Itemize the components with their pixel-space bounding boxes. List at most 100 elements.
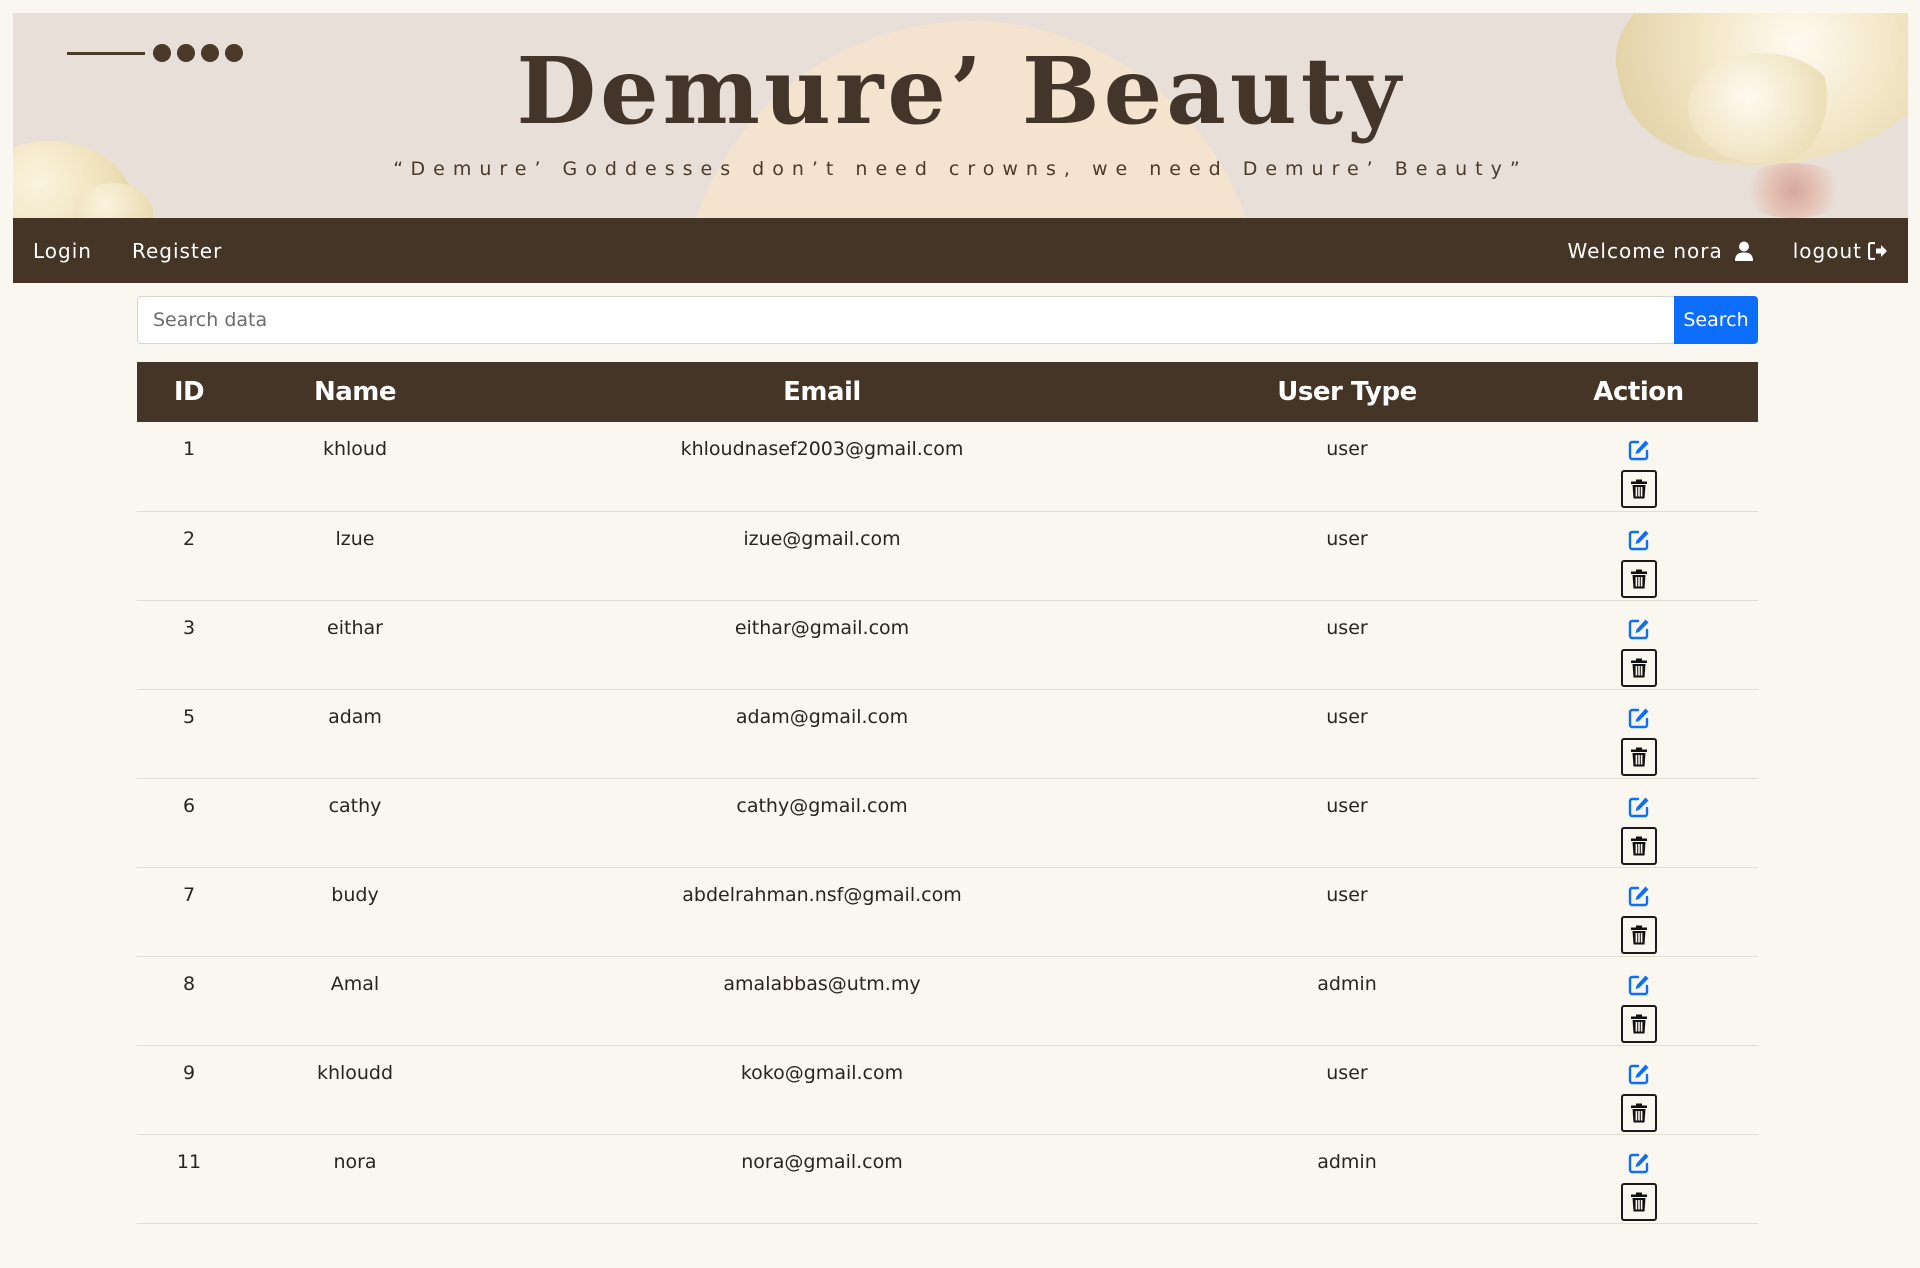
delete-button[interactable] [1620, 559, 1657, 598]
cell-id: 2 [182, 527, 196, 550]
row-actions [1519, 706, 1758, 776]
trash-icon [1630, 1192, 1648, 1212]
cell-action [1519, 1134, 1758, 1223]
logout-link[interactable]: logout [1793, 239, 1888, 263]
cell-email: abdelrahman.nsf@gmail.com [682, 883, 962, 906]
row-actions [1519, 795, 1758, 865]
cell-id: 11 [176, 1150, 202, 1173]
welcome-user-link[interactable]: Welcome nora [1568, 239, 1753, 263]
cell-name: cathy [328, 794, 382, 817]
cell-name: Amal [330, 972, 380, 995]
cell-name: budy [331, 883, 379, 906]
column-header-name: Name [313, 377, 397, 407]
table-row: 6 cathy cathy@gmail.com user [137, 778, 1758, 867]
users-table-container: ID Name Email User Type Action 1 khloud kh… [137, 362, 1758, 1224]
cell-action [1519, 956, 1758, 1045]
cell-id: 5 [182, 705, 196, 728]
row-actions [1519, 1062, 1758, 1132]
table-body: 1 khloud khloudnasef2003@gmail.com user 2 lzu… [137, 422, 1758, 1223]
register-link[interactable]: Register [132, 239, 222, 263]
cell-user-type: user [1326, 438, 1368, 460]
cell-user-type: user [1326, 1061, 1368, 1084]
edit-icon[interactable] [1628, 795, 1650, 819]
cell-email: cathy@gmail.com [736, 794, 908, 817]
edit-icon[interactable] [1628, 617, 1650, 641]
row-actions [1519, 617, 1758, 687]
row-actions [1519, 973, 1758, 1043]
edit-icon[interactable] [1628, 528, 1650, 552]
cell-id: 8 [182, 972, 196, 995]
cell-action [1519, 511, 1758, 600]
cell-email: koko@gmail.com [740, 1061, 904, 1084]
column-header-user-type: User Type [1277, 377, 1417, 407]
row-actions [1519, 1151, 1758, 1221]
delete-button[interactable] [1620, 1004, 1657, 1043]
table-row: 11 nora nora@gmail.com admin [137, 1134, 1758, 1223]
search-input[interactable] [137, 296, 1674, 344]
cell-name: adam [328, 705, 382, 728]
search-bar: Search [137, 296, 1758, 344]
cell-id: 6 [182, 794, 196, 817]
row-actions [1519, 884, 1758, 954]
trash-icon [1630, 479, 1648, 499]
cell-action [1519, 422, 1758, 511]
search-button[interactable]: Search [1674, 296, 1758, 344]
cell-action [1519, 867, 1758, 956]
edit-icon[interactable] [1628, 973, 1650, 997]
cell-email: nora@gmail.com [741, 1150, 903, 1173]
trash-icon [1630, 836, 1648, 856]
delete-button[interactable] [1620, 648, 1657, 687]
table-row: 7 budy abdelrahman.nsf@gmail.com user [137, 867, 1758, 956]
cell-email: izue@gmail.com [743, 527, 901, 550]
table-row: 1 khloud khloudnasef2003@gmail.com user [137, 422, 1758, 511]
cell-id: 7 [182, 883, 196, 906]
top-navbar: Login Register Welcome nora logout [13, 218, 1908, 283]
column-header-id: ID [173, 377, 205, 407]
edit-icon[interactable] [1628, 884, 1650, 908]
login-link[interactable]: Login [33, 239, 92, 263]
delete-button[interactable] [1620, 470, 1657, 508]
brand-tagline: “Demure’ Goddesses don’t need crowns, we… [393, 158, 1528, 180]
trash-icon [1630, 1014, 1648, 1034]
welcome-label: Welcome nora [1567, 238, 1723, 263]
cell-action [1519, 600, 1758, 689]
brand-title: Demure’ Beauty [516, 37, 1405, 145]
user-icon [1734, 241, 1753, 261]
column-header-email: Email [783, 377, 861, 407]
table-row: 5 adam adam@gmail.com user [137, 689, 1758, 778]
cell-email: adam@gmail.com [735, 705, 909, 728]
delete-button[interactable] [1620, 1093, 1657, 1132]
cell-user-type: user [1326, 527, 1368, 550]
table-row: 2 lzue izue@gmail.com user [137, 511, 1758, 600]
cell-action [1519, 778, 1758, 867]
cell-id: 1 [182, 438, 196, 460]
cell-email: khloudnasef2003@gmail.com [680, 438, 964, 460]
delete-button[interactable] [1620, 826, 1657, 865]
delete-button[interactable] [1620, 737, 1657, 776]
cell-action [1519, 1045, 1758, 1134]
cell-user-type: admin [1317, 972, 1377, 995]
users-table: ID Name Email User Type Action 1 khloud kh… [137, 362, 1758, 1224]
cell-email: eithar@gmail.com [734, 616, 910, 639]
edit-icon[interactable] [1628, 438, 1650, 462]
trash-icon [1630, 569, 1648, 589]
cell-user-type: user [1326, 705, 1368, 728]
nav-left: Login Register [33, 239, 262, 263]
table-row: 3 eithar eithar@gmail.com user [137, 600, 1758, 689]
trash-icon [1630, 747, 1648, 767]
edit-icon[interactable] [1628, 1062, 1650, 1086]
cell-id: 3 [182, 616, 196, 639]
edit-icon[interactable] [1628, 706, 1650, 730]
sign-out-icon [1868, 241, 1888, 260]
cell-user-type: user [1326, 883, 1368, 906]
cell-email: amalabbas@utm.my [723, 972, 921, 995]
page-frame: Demure’ Beauty “Demure’ Goddesses don’t … [13, 13, 1908, 283]
cell-user-type: user [1326, 616, 1368, 639]
delete-button[interactable] [1620, 915, 1657, 954]
cell-name: khloud [322, 438, 388, 460]
cell-name: lzue [335, 527, 375, 550]
cell-user-type: admin [1317, 1150, 1377, 1173]
edit-icon[interactable] [1628, 1151, 1650, 1175]
delete-button[interactable] [1620, 1182, 1657, 1221]
table-row: 8 Amal amalabbas@utm.my admin [137, 956, 1758, 1045]
